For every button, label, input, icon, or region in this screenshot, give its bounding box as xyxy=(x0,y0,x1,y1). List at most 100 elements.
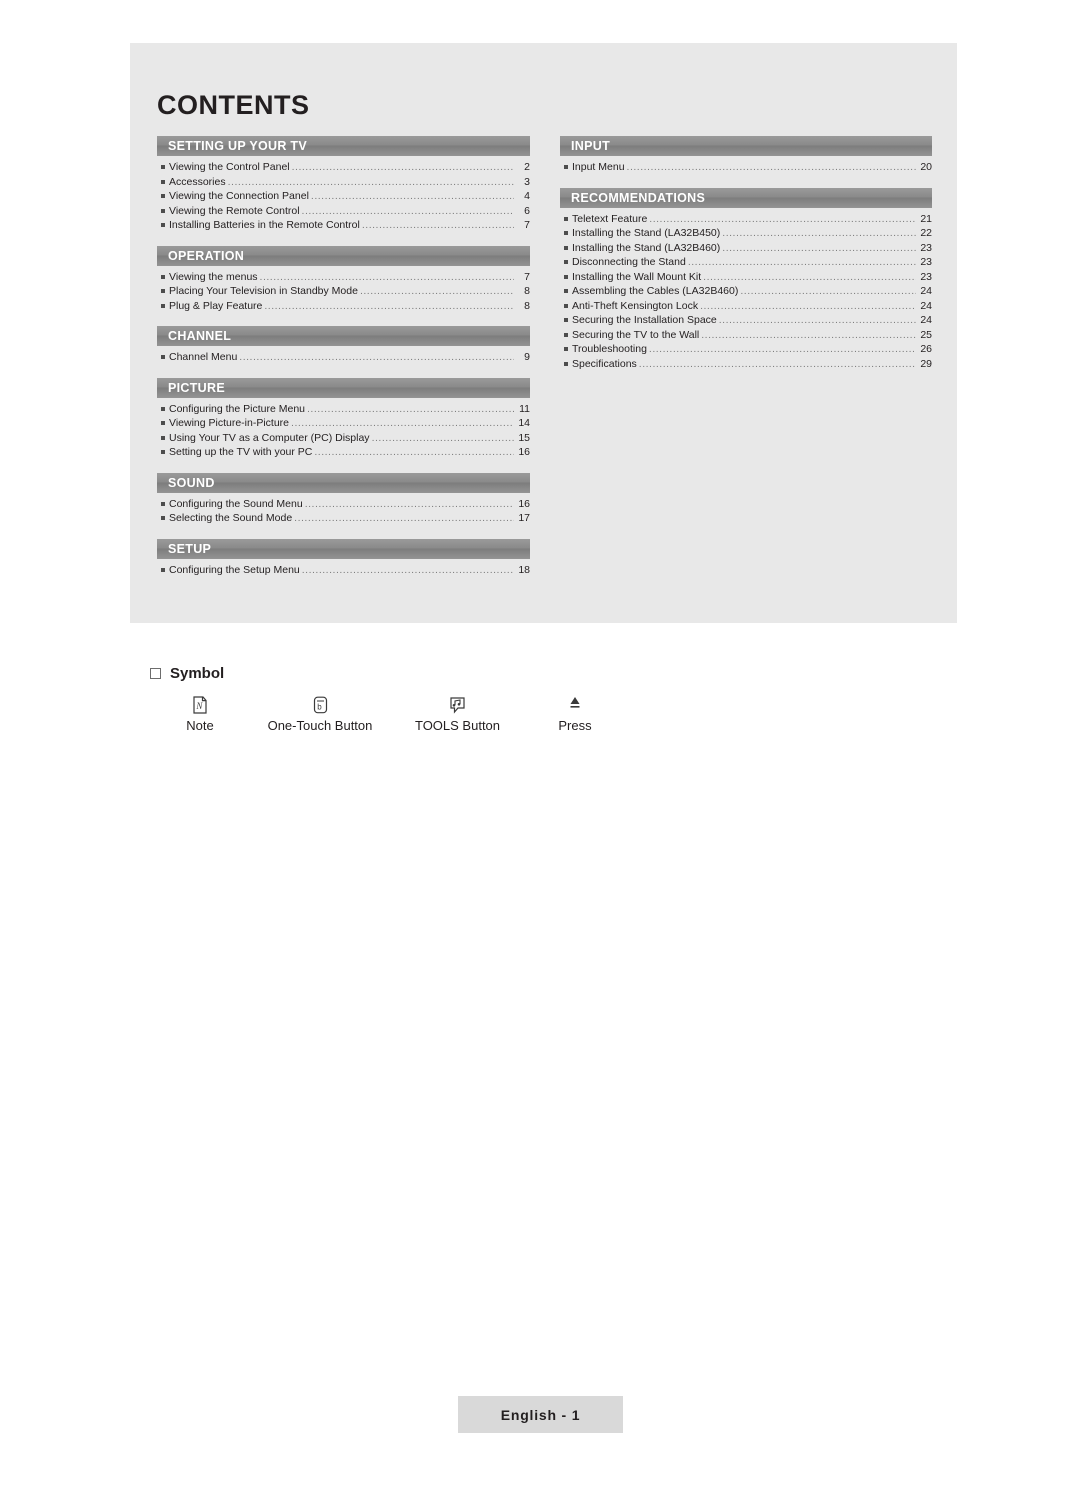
toc-entry[interactable]: Anti-Theft Kensington Lock .............… xyxy=(560,299,932,314)
toc-entry[interactable]: Viewing the Connection Panel ...........… xyxy=(157,189,530,204)
symbol-item-tools-button: TOOLS Button xyxy=(405,692,510,733)
toc-entry[interactable]: Configuring the Setup Menu .............… xyxy=(157,563,530,578)
toc-entry[interactable]: Accessories ............................… xyxy=(157,175,530,190)
toc-entry-text: Securing the Installation Space xyxy=(572,314,717,326)
leader-dots: ........................................… xyxy=(239,351,514,363)
contents-left-column: SETTING UP YOUR TV Viewing the Control P… xyxy=(157,136,530,577)
section-header-input: INPUT xyxy=(560,136,932,156)
toc-page-number: 23 xyxy=(920,256,932,268)
contents-right-column: INPUT Input Menu .......................… xyxy=(560,136,932,371)
svg-text:N: N xyxy=(195,701,203,711)
leader-dots: ........................................… xyxy=(740,285,916,297)
toc-entry[interactable]: Viewing the Remote Control .............… xyxy=(157,204,530,219)
toc-entry[interactable]: Viewing Picture-in-Picture .............… xyxy=(157,416,530,431)
toc-entry-text: Viewing the Control Panel xyxy=(169,161,290,173)
toc-entry[interactable]: Installing the Stand (LA32B450) ........… xyxy=(560,226,932,241)
toc-entry[interactable]: Installing the Stand (LA32B460) ........… xyxy=(560,241,932,256)
page-footer: English - 1 xyxy=(458,1396,623,1433)
toc-entry-text: Disconnecting the Stand xyxy=(572,256,686,268)
toc-page-number: 8 xyxy=(524,299,530,312)
toc-entry-text: Viewing the Remote Control xyxy=(169,204,300,217)
toc-page-number: 24 xyxy=(920,285,932,297)
leader-dots: ........................................… xyxy=(722,227,916,239)
toc-entry[interactable]: Disconnecting the Stand ................… xyxy=(560,255,932,270)
toc-entry[interactable]: Specifications .........................… xyxy=(560,357,932,372)
toc-entry[interactable]: Troubleshooting ........................… xyxy=(560,342,932,357)
page-title: CONTENTS xyxy=(157,90,310,120)
toc-page-number: 7 xyxy=(524,219,530,231)
toc-entry-text: Channel Menu xyxy=(169,351,238,363)
toc-page-number: 14 xyxy=(518,417,530,429)
one-touch-button-icon: b xyxy=(260,692,380,718)
svg-text:b: b xyxy=(317,703,322,712)
toc-entry-text: Specifications xyxy=(572,357,637,370)
toc-entry[interactable]: Setting up the TV with your PC .........… xyxy=(157,445,530,460)
symbol-item-one-touch-button: b One-Touch Button xyxy=(260,692,380,733)
toc-entry-text: Assembling the Cables (LA32B460) xyxy=(572,285,739,297)
leader-dots: ........................................… xyxy=(259,270,514,283)
toc-entry[interactable]: Viewing the Control Panel ..............… xyxy=(157,160,530,175)
toc-entry[interactable]: Assembling the Cables (LA32B460) .......… xyxy=(560,284,932,299)
bullet-icon xyxy=(161,289,165,293)
bullet-icon xyxy=(161,435,165,440)
leader-dots: ........................................… xyxy=(638,357,916,370)
press-arrow-icon xyxy=(545,692,605,718)
bullet-icon xyxy=(564,361,568,366)
toc-page-number: 3 xyxy=(524,175,530,188)
leader-dots: ........................................… xyxy=(301,204,514,217)
bullet-icon xyxy=(564,303,568,308)
toc-page-number: 16 xyxy=(518,497,530,510)
toc-entry-text: Setting up the TV with your PC xyxy=(169,446,313,458)
toc-entry[interactable]: Channel Menu ...........................… xyxy=(157,350,530,365)
symbol-section-heading: Symbol xyxy=(150,665,224,682)
leader-dots: ........................................… xyxy=(291,161,514,173)
leader-dots: ........................................… xyxy=(700,299,916,312)
toc-page-number: 24 xyxy=(920,314,932,326)
leader-dots: ........................................… xyxy=(307,402,514,415)
toc-entry-text: Installing the Stand (LA32B450) xyxy=(572,227,721,239)
section-header-sound: SOUND xyxy=(157,472,530,493)
toc-entry[interactable]: Placing Your Television in Standby Mode … xyxy=(157,284,530,299)
toc-page-number: 6 xyxy=(524,204,530,217)
toc-entry[interactable]: Securing the Installation Space ........… xyxy=(560,313,932,328)
symbol-heading-label: Symbol xyxy=(170,665,225,682)
symbol-label: One-Touch Button xyxy=(267,718,373,733)
bullet-icon xyxy=(564,332,568,337)
toc-page-number: 25 xyxy=(920,328,932,341)
toc-entry[interactable]: Installing the Wall Mount Kit ..........… xyxy=(560,270,932,285)
toc-entry-text: Selecting the Sound Mode xyxy=(169,512,293,524)
bullet-icon xyxy=(161,179,165,184)
section-header-operation: OPERATION xyxy=(157,245,530,266)
toc-page-number: 23 xyxy=(920,270,932,283)
toc-page-number: 26 xyxy=(920,343,932,355)
leader-dots: ........................................… xyxy=(722,241,916,254)
leader-dots: ........................................… xyxy=(701,328,916,341)
toc-entry-text: Installing the Stand (LA32B460) xyxy=(572,241,721,254)
toc-entry[interactable]: Selecting the Sound Mode ...............… xyxy=(157,511,530,526)
section-header-recommendations: RECOMMENDATIONS xyxy=(560,187,932,208)
toc-entry[interactable]: Installing Batteries in the Remote Contr… xyxy=(157,218,530,233)
toc-entry[interactable]: Securing the TV to the Wall ............… xyxy=(560,328,932,343)
symbol-label: Press xyxy=(558,718,592,733)
leader-dots: ........................................… xyxy=(649,212,916,225)
toc-entry[interactable]: Viewing the menus ......................… xyxy=(157,270,530,285)
toc-entry-text: Placing Your Television in Standby Mode xyxy=(169,285,358,297)
leader-dots: ........................................… xyxy=(687,256,916,268)
toc-entry[interactable]: Using Your TV as a Computer (PC) Display… xyxy=(157,431,530,446)
bullet-icon xyxy=(161,501,165,506)
bullet-icon xyxy=(161,274,165,279)
bullet-icon xyxy=(161,450,165,454)
leader-dots: ........................................… xyxy=(371,431,514,444)
leader-dots: ........................................… xyxy=(301,563,514,576)
toc-entry[interactable]: Input Menu .............................… xyxy=(560,160,932,175)
toc-entry[interactable]: Teletext Feature .......................… xyxy=(560,212,932,227)
section-header-channel: CHANNEL xyxy=(157,326,530,346)
toc-entry[interactable]: Configuring the Sound Menu .............… xyxy=(157,497,530,512)
toc-entry-text: Accessories xyxy=(169,175,226,188)
bullet-icon xyxy=(564,274,568,279)
toc-entry[interactable]: Plug & Play Feature ....................… xyxy=(157,299,530,314)
bullet-icon xyxy=(161,194,165,198)
leader-dots: ........................................… xyxy=(291,417,514,429)
toc-entry[interactable]: Configuring the Picture Menu ...........… xyxy=(157,402,530,417)
toc-entry-text: Installing the Wall Mount Kit xyxy=(572,270,702,283)
